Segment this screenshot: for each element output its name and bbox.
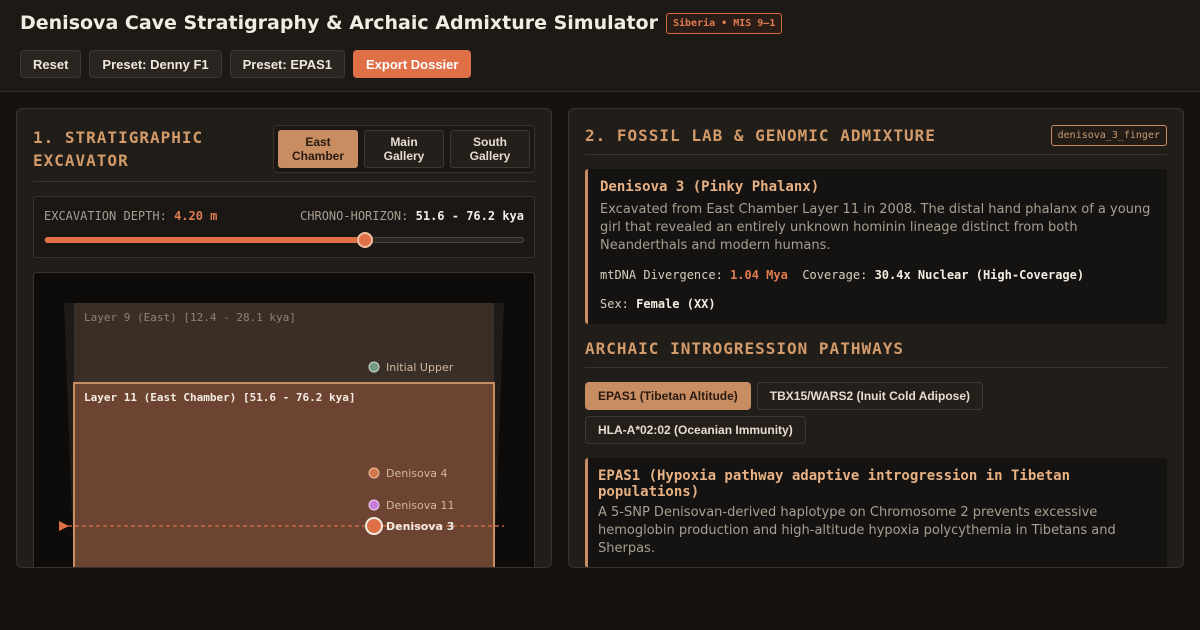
toolbar: Reset Preset: Denny F1 Preset: EPAS1 Exp… [20, 50, 472, 78]
coverage-value: 30.4x Nuclear (High-Coverage) [874, 268, 1085, 282]
coverage-label: Coverage: [802, 268, 868, 282]
tab-main-line2: Gallery [383, 149, 425, 163]
reset-button[interactable]: Reset [20, 50, 82, 78]
fossil-label-denisova-4: Denisova 4 [386, 467, 447, 480]
horizon-value: 51.6 - 76.2 kya [415, 209, 524, 223]
fossil-description: Excavated from East Chamber Layer 11 in … [600, 202, 1151, 253]
depth-readout-row: EXCAVATION DEPTH: 4.20 m CHRONO-HORIZON:… [44, 209, 524, 223]
stratigraphic-excavator-panel: 1. STRATIGRAPHIC EXCAVATOR East Chamber M… [16, 108, 552, 568]
lab-title: 2. FOSSIL LAB & GENOMIC ADMIXTURE [585, 126, 936, 145]
tab-main-gallery[interactable]: Main Gallery [364, 130, 444, 168]
fossil-marker-initial-upper[interactable] [368, 361, 380, 373]
tab-south-line1: South [472, 135, 507, 149]
specimen-id-badge: denisova_3_finger [1050, 125, 1167, 146]
fossil-name: Denisova 3 (Pinky Phalanx) [600, 179, 820, 195]
tab-hla-a[interactable]: HLA-A*02:02 (Oceanian Immunity) [585, 416, 806, 444]
chamber-selector: East Chamber Main Gallery South Gallery [273, 125, 535, 173]
app-header: Denisova Cave Stratigraphy & Archaic Adm… [0, 0, 1200, 92]
excavator-title-line2: EXCAVATOR [33, 151, 129, 170]
fossil-label-initial-upper: Initial Upper [386, 361, 454, 374]
export-dossier-button[interactable]: Export Dossier [352, 50, 472, 78]
tab-epas1[interactable]: EPAS1 (Tibetan Altitude) [585, 382, 751, 410]
depth-slider-fill [45, 237, 366, 243]
fossil-detail-card: Denisova 3 (Pinky Phalanx) Excavated fro… [585, 169, 1167, 324]
sex-label: Sex: [600, 297, 629, 311]
depth-control: EXCAVATION DEPTH: 4.20 m CHRONO-HORIZON:… [33, 196, 535, 258]
fossil-metadata: mtDNA Divergence: 1.04 Mya Coverage: 30.… [600, 261, 1155, 319]
fossil-marker-denisova-11[interactable] [368, 499, 380, 511]
gene-description: A 5-SNP Denisovan-derived haplotype on C… [598, 505, 1116, 556]
fossil-lab-panel: 2. FOSSIL LAB & GENOMIC ADMIXTURE deniso… [568, 108, 1184, 568]
depth-readout: EXCAVATION DEPTH: 4.20 m [44, 209, 217, 223]
excavator-title-line1: 1. STRATIGRAPHIC [33, 128, 204, 147]
layer-9-label: Layer 9 (East) [12.4 - 28.1 kya] [84, 311, 296, 324]
stratigraphy-svg: Layer 9 (East) [12.4 - 28.1 kya] Layer 1… [59, 303, 504, 567]
tab-south-line2: Gallery [469, 149, 511, 163]
gene-title: EPAS1 (Hypoxia pathway adaptive introgre… [598, 468, 1071, 500]
horizon-readout: CHRONO-HORIZON: 51.6 - 76.2 kya [300, 209, 524, 223]
title-row: Denisova Cave Stratigraphy & Archaic Adm… [20, 12, 783, 34]
lab-divider [585, 154, 1167, 155]
app-title: Denisova Cave Stratigraphy & Archaic Adm… [20, 12, 658, 34]
mtdna-value: 1.04 Mya [730, 268, 788, 282]
fossil-marker-denisova-4[interactable] [368, 467, 380, 479]
preset-epas1-button[interactable]: Preset: EPAS1 [229, 50, 345, 78]
excavator-divider [33, 181, 535, 182]
depth-slider-thumb[interactable] [357, 232, 374, 248]
mtdna-label: mtDNA Divergence: [600, 268, 723, 282]
sex-value: Female (XX) [636, 297, 716, 311]
depth-label: EXCAVATION DEPTH: [44, 209, 167, 223]
stratigraphy-view: Layer 9 (East) [12.4 - 28.1 kya] Layer 1… [33, 272, 535, 567]
excavator-title: 1. STRATIGRAPHIC EXCAVATOR [33, 126, 203, 172]
pathways-title: ARCHAIC INTROGRESSION PATHWAYS [585, 339, 904, 358]
tab-east-chamber[interactable]: East Chamber [278, 130, 358, 168]
depth-indicator-arrow [59, 521, 69, 531]
depth-slider[interactable] [44, 232, 524, 248]
fossil-marker-denisova-3[interactable] [365, 517, 383, 535]
fossil-label-denisova-11: Denisova 11 [386, 499, 454, 512]
tab-main-line1: Main [390, 135, 418, 149]
tab-south-gallery[interactable]: South Gallery [450, 130, 530, 168]
pathways-divider [585, 367, 1167, 368]
horizon-label: CHRONO-HORIZON: [300, 209, 409, 223]
tab-tbx15-wars2[interactable]: TBX15/WARS2 (Inuit Cold Adipose) [756, 382, 984, 410]
tab-east-line2: Chamber [291, 149, 344, 163]
pathway-selector: EPAS1 (Tibetan Altitude) TBX15/WARS2 (In… [585, 382, 1167, 444]
preset-denny-button[interactable]: Preset: Denny F1 [89, 50, 222, 78]
gene-detail-card: EPAS1 (Hypoxia pathway adaptive introgre… [585, 458, 1167, 567]
layer-11-label: Layer 11 (East Chamber) [51.6 - 76.2 kya… [84, 391, 356, 404]
fossil-label-denisova-3: Denisova 3 [386, 520, 454, 533]
region-badge: Siberia • MIS 9–1 [665, 12, 783, 34]
tab-east-line1: East [305, 135, 331, 149]
depth-value: 4.20 m [174, 209, 218, 223]
